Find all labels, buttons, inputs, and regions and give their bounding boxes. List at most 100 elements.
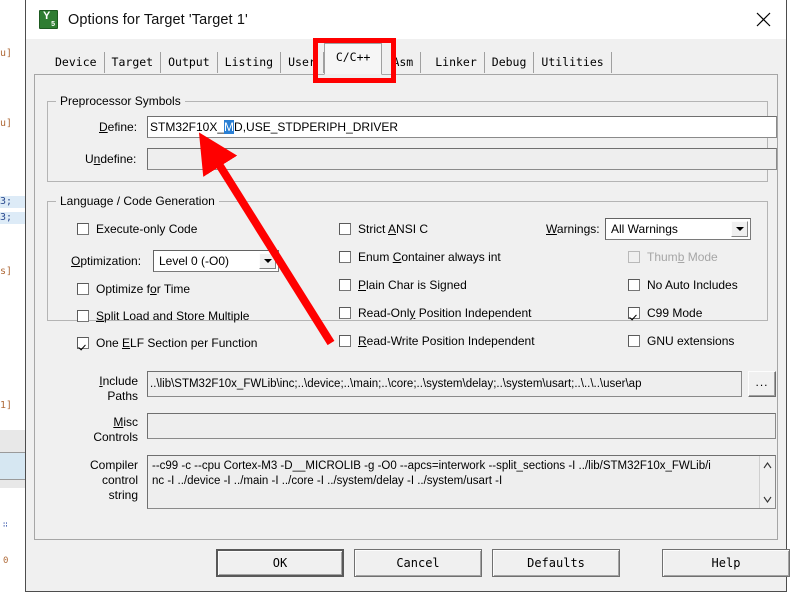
bg-text-fragment: u] — [0, 48, 13, 59]
bg-text-fragment: ∷ — [3, 520, 8, 529]
checkbox-label: One ELF Section per Function — [96, 336, 258, 350]
checkbox-box[interactable] — [628, 307, 640, 319]
chevron-down-icon[interactable] — [259, 253, 276, 269]
warnings-dropdown[interactable]: All Warnings — [605, 218, 751, 240]
checkbox-box[interactable] — [339, 223, 351, 235]
checkbox-c99-mode[interactable]: C99 Mode — [628, 306, 702, 320]
tab-output[interactable]: Output — [161, 52, 218, 73]
options-dialog: Options for Target 'Target 1' Device Tar… — [25, 0, 790, 592]
compiler-control-string-value: --c99 -c --cpu Cortex-M3 -D__MICROLIB -g… — [152, 460, 711, 487]
compiler-control-label: Compiler — [89, 458, 138, 472]
bg-text-fragment: s] — [0, 266, 13, 277]
checkbox-enum-container-always-int[interactable]: Enum Container always int — [339, 250, 501, 264]
define-label: Define: — [99, 120, 138, 134]
tab-linker[interactable]: Linker — [421, 52, 485, 73]
checkbox-label: Thumb Mode — [647, 250, 718, 264]
compiler-scrollbar[interactable] — [759, 456, 775, 508]
checkbox-execute-only-code[interactable]: Execute-only Code — [77, 222, 197, 236]
tab-list: Device Target Output Listing User C/C++ … — [48, 43, 612, 75]
compiler-control-label-line3: string — [108, 488, 138, 502]
checkbox-thumb-mode: Thumb Mode — [628, 250, 718, 264]
checkbox-strict-ansi-c[interactable]: Strict ANSI C — [339, 222, 428, 236]
checkbox-label: Read-Only Position Independent — [358, 306, 532, 320]
bg-text-fragment: 1] — [0, 400, 13, 411]
undefine-label: Undefine: — [85, 152, 137, 166]
checkbox-split-load-store-multiple[interactable]: Split Load and Store Multiple — [77, 309, 249, 323]
preprocessor-symbols-legend: Preprocessor Symbols — [60, 94, 181, 108]
bg-text-fragment: u] — [0, 118, 13, 129]
checkbox-box — [628, 251, 640, 263]
chevron-down-icon[interactable] — [731, 221, 748, 237]
defaults-button[interactable]: Defaults — [492, 549, 620, 577]
scroll-down-icon[interactable] — [760, 492, 775, 506]
checkbox-label: No Auto Includes — [647, 278, 738, 292]
bg-scrollbar-track — [0, 480, 26, 488]
checkbox-box[interactable] — [77, 310, 89, 322]
checkbox-box[interactable] — [628, 335, 640, 347]
checkbox-optimize-for-time[interactable]: Optimize for Time — [77, 282, 190, 296]
checkbox-box[interactable] — [628, 279, 640, 291]
checkbox-label: Read-Write Position Independent — [358, 334, 535, 348]
cancel-button[interactable]: Cancel — [354, 549, 482, 577]
checkbox-plain-char-is-signed[interactable]: Plain Char is Signed — [339, 278, 467, 292]
bg-scrollbar-track — [0, 430, 26, 452]
misc-controls-input[interactable] — [147, 413, 776, 439]
checkbox-box[interactable] — [77, 223, 89, 235]
checkbox-no-auto-includes[interactable]: No Auto Includes — [628, 278, 738, 292]
tab-target[interactable]: Target — [104, 52, 162, 73]
tab-device[interactable]: Device — [48, 52, 105, 73]
checkbox-label: Execute-only Code — [96, 222, 198, 236]
bg-scrollbar-thumb — [0, 453, 26, 479]
include-paths-browse-button[interactable]: ... — [748, 371, 776, 397]
include-paths-label: Include — [99, 374, 138, 388]
checkbox-box[interactable] — [339, 307, 351, 319]
tab-strip: Device Target Output Listing User C/C++ … — [26, 39, 786, 75]
checkbox-one-elf-section-per-function[interactable]: One ELF Section per Function — [77, 336, 257, 350]
optimization-label: Optimization: — [71, 254, 142, 268]
checkbox-box[interactable] — [77, 283, 89, 295]
tab-debug[interactable]: Debug — [484, 52, 535, 73]
optimization-value: Level 0 (-O0) — [159, 254, 230, 268]
ok-button[interactable]: OK — [216, 549, 344, 577]
optimization-dropdown[interactable]: Level 0 (-O0) — [153, 250, 279, 272]
scroll-up-icon[interactable] — [760, 458, 775, 472]
undefine-input[interactable] — [147, 148, 777, 170]
warnings-value: All Warnings — [611, 222, 678, 236]
help-button[interactable]: Help — [662, 549, 790, 577]
language-code-generation-legend: Language / Code Generation — [60, 194, 215, 208]
bg-text-fragment: 3; — [0, 196, 13, 207]
checkbox-label: Plain Char is Signed — [358, 278, 467, 292]
include-paths-input[interactable]: ..\lib\STM32F10x_FWLib\inc;..\device;..\… — [147, 371, 742, 397]
checkbox-label: Split Load and Store Multiple — [96, 309, 250, 323]
checkbox-label: GNU extensions — [647, 334, 735, 348]
define-value-before: STM32F10X_ — [150, 120, 225, 134]
dialog-titlebar: Options for Target 'Target 1' — [26, 0, 786, 39]
misc-controls-label: Misc — [113, 415, 138, 429]
define-value-after: D,USE_STDPERIPH_DRIVER — [234, 120, 399, 134]
include-paths-label-line2: Paths — [107, 389, 138, 403]
tab-c-cpp[interactable]: C/C++ — [323, 43, 383, 75]
close-icon[interactable] — [740, 0, 786, 39]
misc-controls-label-line2: Controls — [93, 430, 138, 444]
bg-text-fragment: 3; — [0, 212, 13, 223]
tab-asm[interactable]: Asm — [382, 52, 422, 73]
checkbox-gnu-extensions[interactable]: GNU extensions — [628, 334, 734, 348]
checkbox-box[interactable] — [339, 251, 351, 263]
checkbox-read-write-position-independent[interactable]: Read-Write Position Independent — [339, 334, 535, 348]
define-input[interactable]: STM32F10X_MD,USE_STDPERIPH_DRIVER — [147, 116, 777, 138]
tab-utilities[interactable]: Utilities — [534, 52, 612, 73]
checkbox-box[interactable] — [77, 337, 89, 349]
checkbox-label: Enum Container always int — [358, 250, 501, 264]
tab-page-c-cpp: Preprocessor Symbols Define: STM32F10X_M… — [34, 74, 778, 540]
tab-user[interactable]: User — [281, 52, 324, 73]
checkbox-label: C99 Mode — [647, 306, 703, 320]
warnings-label: Warnings: — [546, 222, 600, 236]
checkbox-read-only-position-independent[interactable]: Read-Only Position Independent — [339, 306, 531, 320]
bg-text-fragment: 0 — [3, 556, 9, 566]
checkbox-box[interactable] — [339, 279, 351, 291]
checkbox-label: Strict ANSI C — [358, 222, 429, 236]
tab-listing[interactable]: Listing — [217, 52, 282, 73]
checkbox-box[interactable] — [339, 335, 351, 347]
dialog-title: Options for Target 'Target 1' — [68, 11, 248, 28]
compiler-control-string-textarea[interactable]: --c99 -c --cpu Cortex-M3 -D__MICROLIB -g… — [147, 455, 776, 509]
